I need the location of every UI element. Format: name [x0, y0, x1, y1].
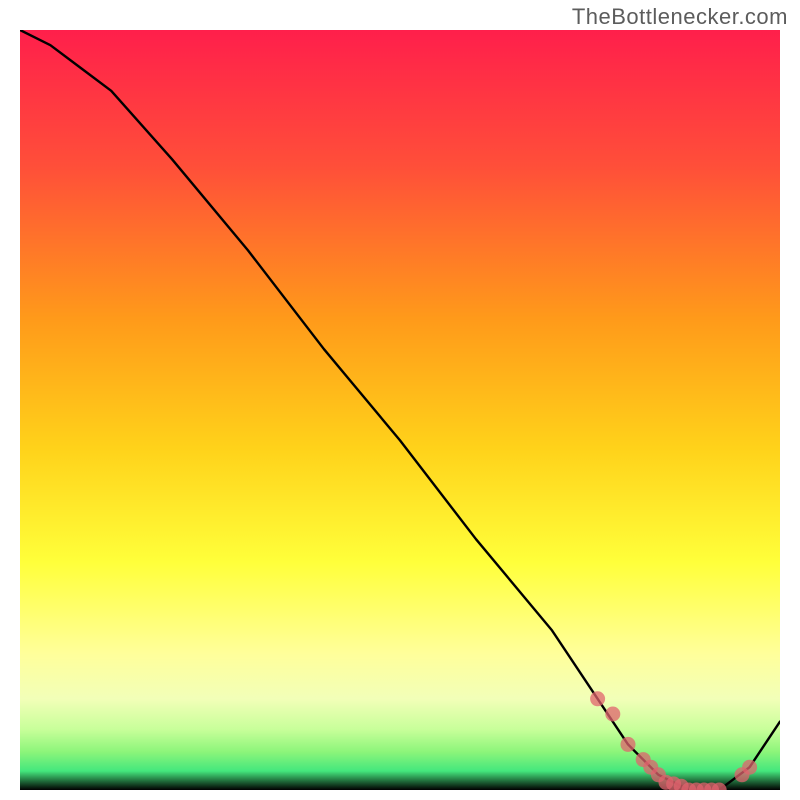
watermark-text: TheBottlenecker.com — [572, 4, 788, 30]
chart-svg — [20, 30, 780, 790]
highlight-marker — [742, 760, 757, 775]
highlight-marker — [590, 691, 605, 706]
plot-area — [20, 30, 780, 790]
highlight-marker — [621, 737, 636, 752]
highlight-marker — [605, 707, 620, 722]
chart-stage: TheBottlenecker.com — [0, 0, 800, 800]
gradient-background — [20, 30, 780, 790]
